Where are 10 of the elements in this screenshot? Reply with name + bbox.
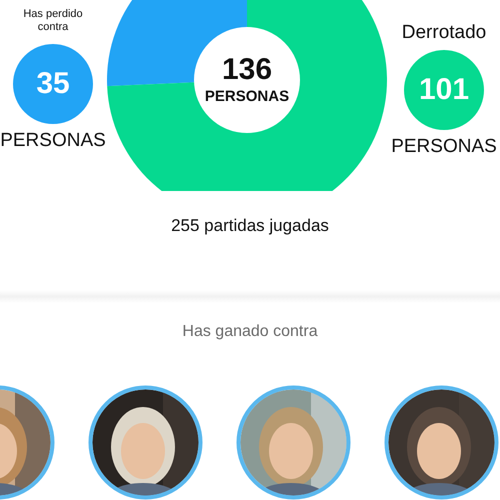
games-played: 255 partidas jugadas <box>171 216 329 236</box>
lost-unit: PERSONAS <box>0 130 106 152</box>
total-count: 136 <box>222 55 272 85</box>
won-caption: Derrotado <box>400 22 488 45</box>
won-count: 101 <box>404 50 484 130</box>
won-unit: PERSONAS <box>391 136 497 158</box>
total-unit: PERSONAS <box>204 88 290 105</box>
lost-caption: Has perdido contra <box>22 8 84 34</box>
section-title: Has ganado contra <box>182 323 318 341</box>
lost-count: 35 <box>13 44 93 124</box>
